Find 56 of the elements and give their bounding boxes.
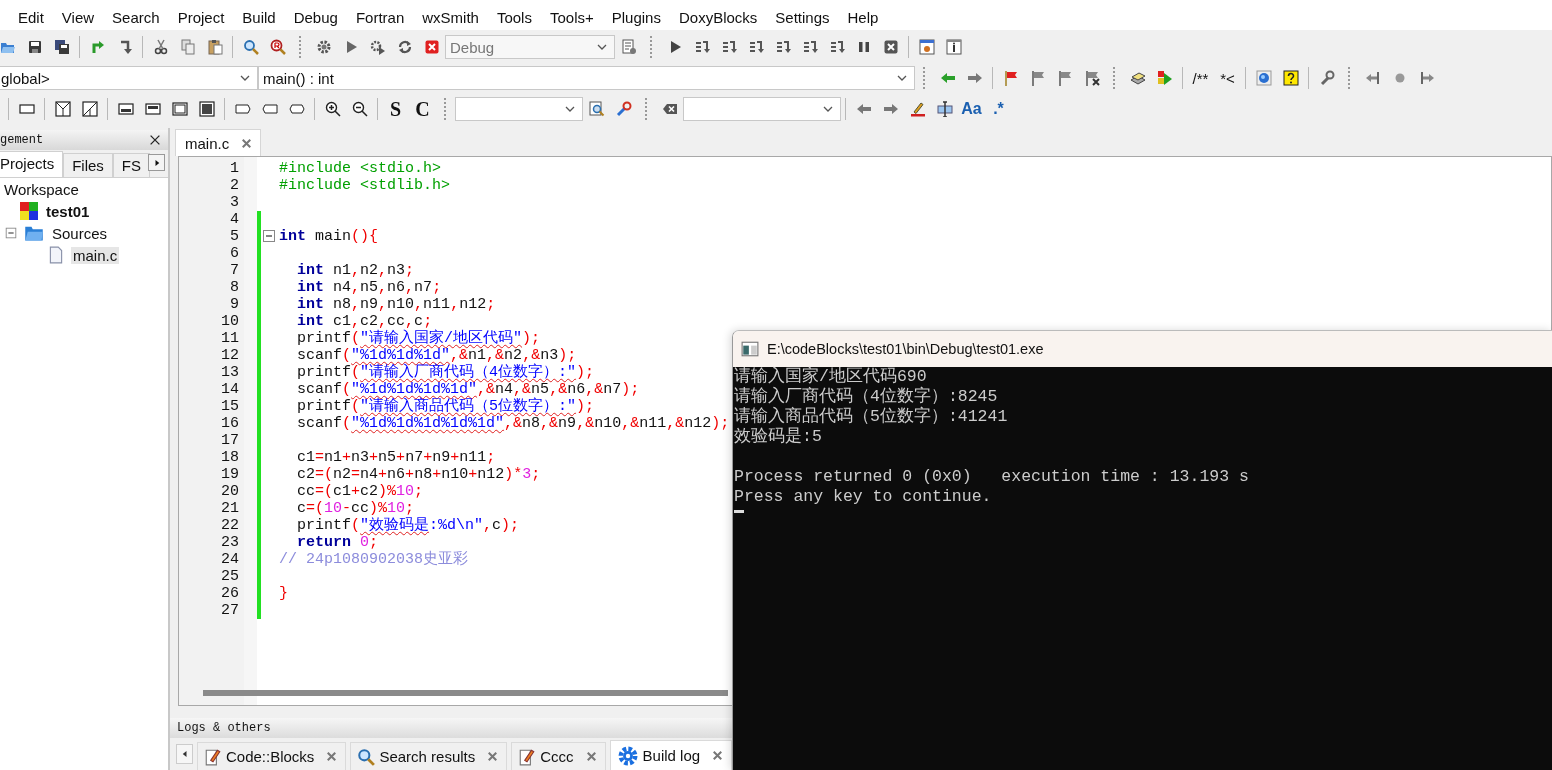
console-line: 请输入商品代码（5位数字）:41241 [734,407,1009,427]
code-line: scanf("%1d%1d%1d%1d",&n4,&n5,&n6,&n7); [297,381,640,398]
code-line: int c1,c2,cc,c; [297,313,433,330]
line-number: 10 [220,313,240,330]
line-number: 6 [229,245,240,262]
line-number: 21 [220,500,240,517]
line-number: 9 [229,296,240,313]
line-number: 7 [229,262,240,279]
line-number: 3 [229,194,240,211]
console-line: 效验码是:5 [734,427,823,447]
line-number: 27 [220,602,240,619]
code-line: c2=(n2=n4+n6+n8+n10+n12)*3; [297,466,541,483]
line-number: 14 [220,381,240,398]
line-number: 18 [220,449,240,466]
code-line: c1=n1+n3+n5+n7+n9+n11; [297,449,496,466]
line-number: 19 [220,466,240,483]
code-line: printf("效验码是:%d\n",c); [297,517,520,534]
line-number: 22 [220,517,240,534]
window-title: E:\codeBlocks\test01\bin\Debug\test01.exe [767,341,1044,357]
line-number: 26 [220,585,240,602]
code-line: printf("请输入商品代码（5位数字）:"); [297,398,595,415]
console-line: Press any key to continue. [734,487,993,507]
code-line: #include <stdlib.h> [279,177,451,194]
line-number: 20 [220,483,240,500]
code-line: printf("请输入国家/地区代码"); [297,330,541,347]
line-number: 25 [220,568,240,585]
line-number: 13 [220,364,240,381]
line-number: 24 [220,551,240,568]
line-number: 5 [229,228,240,245]
console-line: 请输入厂商代码（4位数字）:8245 [734,387,999,406]
line-number: 4 [229,211,240,228]
code-line: // 24p1080902038史亚彩 [279,551,469,568]
line-number: 16 [220,415,240,432]
code-line: scanf("%1d%1d%1d%1d%1d",&n8,&n9,&n10,&n11,&n12); [297,415,730,432]
line-number: 11 [220,330,240,347]
console-line: Process returned 0 (0x0) execution time : 13.193 s [734,467,1250,487]
code-line: int main(){ [279,228,379,245]
code-line: printf("请输入厂商代码（4位数字）:"); [297,364,595,381]
code-line: int n8,n9,n10,n11,n12; [297,296,496,313]
console-line: 请输入国家/地区代码690 [734,367,928,386]
line-number: 8 [229,279,240,296]
code-line: c=(10-cc)%10; [297,500,415,517]
code-line: return 0; [297,534,379,551]
code-line: } [279,585,288,602]
line-number: 12 [220,347,240,364]
code-line: cc=(c1+c2)%10; [297,483,424,500]
code-line: #include <stdio.h> [279,160,442,177]
code-line: int n1,n2,n3; [297,262,415,279]
line-number: 2 [229,177,240,194]
line-number: 17 [220,432,240,449]
panel-title: gement [0,133,44,147]
line-number: 1 [229,160,240,177]
code-line: scanf("%1d%1d%1d",&n1,&n2,&n3); [297,347,577,364]
line-number: 15 [220,398,240,415]
code-line: int n4,n5,n6,n7; [297,279,442,296]
line-number: 23 [220,534,240,551]
